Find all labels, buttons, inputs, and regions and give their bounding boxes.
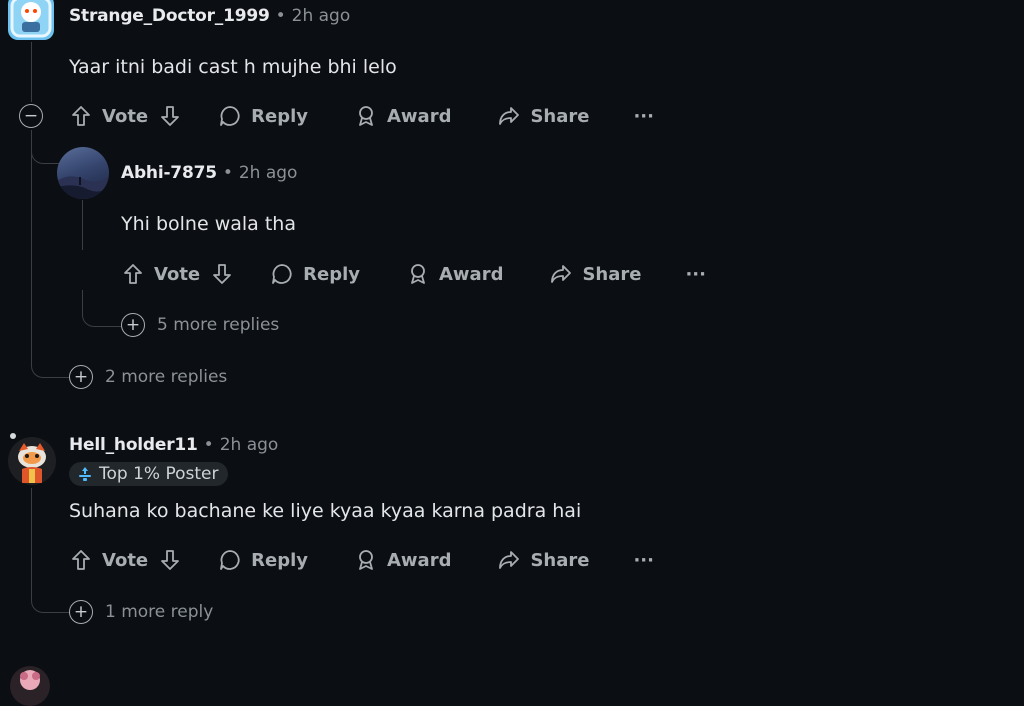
award-label: Award — [386, 549, 452, 571]
comment-text: Yhi bolne wala tha — [121, 213, 296, 235]
badge-label: Top 1% Poster — [99, 464, 219, 484]
share-label: Share — [530, 105, 590, 127]
share-button[interactable]: Share — [497, 104, 589, 128]
share-icon — [499, 107, 520, 125]
minus-icon: − — [23, 105, 39, 126]
user-flair-badge: Top 1% Poster — [69, 462, 229, 486]
more-options-button[interactable]: ··· — [685, 264, 706, 285]
reply-label: Reply — [303, 263, 360, 285]
separator-dot: • — [275, 6, 286, 26]
downvote-icon — [161, 106, 180, 126]
downvote-icon — [213, 264, 232, 284]
comment-icon — [272, 264, 292, 284]
upvote-button[interactable]: Vote — [69, 104, 148, 128]
reply-label: Reply — [251, 105, 308, 127]
more-replies-label: 5 more replies — [157, 315, 280, 335]
more-options-button[interactable]: ··· — [633, 550, 654, 571]
share-icon — [551, 265, 572, 283]
comment-header: Strange_Doctor_1999 • 2h ago — [69, 6, 350, 26]
separator-dot: • — [203, 435, 214, 455]
separator-dot: • — [222, 163, 233, 183]
upvote-button[interactable]: Vote — [69, 548, 148, 572]
more-replies-button[interactable]: + 1 more reply — [69, 600, 213, 624]
ellipsis-icon: ··· — [633, 549, 654, 571]
downvote-button[interactable] — [210, 262, 234, 286]
vote-label: Vote — [154, 263, 201, 285]
award-label: Award — [438, 263, 504, 285]
share-icon — [499, 551, 520, 569]
username[interactable]: Abhi-7875 — [121, 163, 217, 183]
thread-line-curve — [31, 130, 60, 164]
downvote-button[interactable] — [158, 548, 182, 572]
avatar[interactable] — [8, 437, 56, 485]
timestamp: 2h ago — [291, 6, 351, 26]
collapse-button[interactable]: − — [19, 104, 43, 128]
thread-line — [82, 200, 83, 250]
award-icon — [411, 264, 425, 284]
award-label: Award — [386, 105, 452, 127]
plus-circle-icon: + — [69, 365, 93, 389]
ellipsis-icon: ··· — [633, 105, 654, 127]
comment-text: Suhana ko bachane ke liye kyaa kyaa karn… — [69, 500, 582, 522]
reply-button[interactable]: Reply — [218, 548, 308, 572]
thread-line — [31, 42, 32, 102]
vote-label: Vote — [102, 105, 149, 127]
plus-circle-icon: + — [121, 313, 145, 337]
award-button[interactable]: Award — [354, 104, 451, 128]
comment-icon — [220, 550, 240, 570]
timestamp: 2h ago — [238, 163, 298, 183]
upvote-icon — [124, 264, 142, 284]
avatar[interactable] — [10, 666, 50, 706]
downvote-button[interactable] — [158, 104, 182, 128]
avatar[interactable] — [8, 0, 54, 40]
ellipsis-icon: ··· — [685, 263, 706, 285]
online-dot — [10, 433, 16, 439]
comment-actions: Vote Reply Award Share ··· — [69, 544, 654, 576]
award-icon — [359, 550, 373, 570]
avatar[interactable] — [57, 147, 109, 199]
comment-actions: Vote Reply Award Share ··· — [69, 100, 654, 132]
top-poster-icon — [79, 467, 91, 481]
comment-icon — [220, 106, 240, 126]
comment-header: Hell_holder11 • 2h ago — [69, 435, 278, 455]
reply-button[interactable]: Reply — [218, 104, 308, 128]
share-button[interactable]: Share — [549, 262, 641, 286]
plus-circle-icon: + — [69, 600, 93, 624]
comment-text: Yaar itni badi cast h mujhe bhi lelo — [69, 56, 397, 78]
share-button[interactable]: Share — [497, 548, 589, 572]
upvote-icon — [72, 106, 90, 126]
comment-header: Abhi-7875 • 2h ago — [121, 163, 297, 183]
more-replies-button[interactable]: + 2 more replies — [69, 365, 227, 389]
more-replies-label: 2 more replies — [105, 367, 228, 387]
thread-line-curve — [82, 290, 121, 327]
reply-button[interactable]: Reply — [270, 262, 360, 286]
more-replies-button[interactable]: + 5 more replies — [121, 313, 279, 337]
thread-line-curve — [31, 488, 70, 613]
more-replies-label: 1 more reply — [105, 602, 214, 622]
award-button[interactable]: Award — [354, 548, 451, 572]
share-label: Share — [582, 263, 642, 285]
more-options-button[interactable]: ··· — [633, 106, 654, 127]
reply-label: Reply — [251, 549, 308, 571]
comment-actions: Vote Reply Award Share ··· — [121, 258, 706, 290]
vote-label: Vote — [102, 549, 149, 571]
username[interactable]: Hell_holder11 — [69, 435, 198, 455]
award-icon — [359, 106, 373, 126]
downvote-icon — [161, 550, 180, 570]
upvote-button[interactable]: Vote — [121, 262, 200, 286]
award-button[interactable]: Award — [406, 262, 503, 286]
username[interactable]: Strange_Doctor_1999 — [69, 6, 270, 26]
upvote-icon — [72, 550, 90, 570]
timestamp: 2h ago — [219, 435, 279, 455]
share-label: Share — [530, 549, 590, 571]
